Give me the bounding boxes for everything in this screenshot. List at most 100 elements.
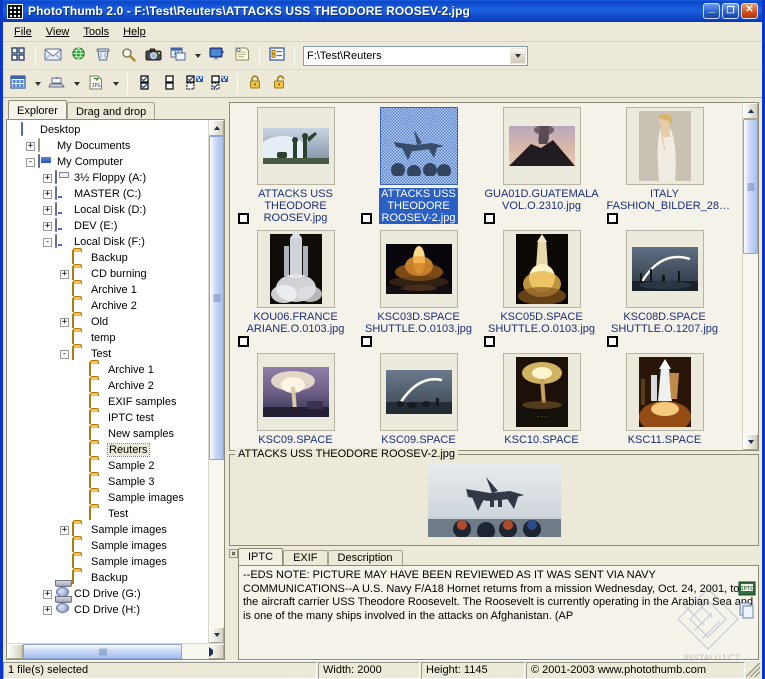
batch-date-dropdown[interactable] bbox=[191, 44, 204, 67]
tree-item[interactable]: Sample 2 bbox=[9, 458, 208, 474]
view-mode-button[interactable] bbox=[6, 72, 30, 95]
folder-tree[interactable]: Desktop + My Documents - My Computer +3½ Flop… bbox=[7, 120, 208, 643]
tree-item[interactable]: Desktop bbox=[9, 122, 208, 138]
thumbnail-cell[interactable]: ITALY FASHION_BILDER_28… bbox=[603, 105, 730, 228]
tree-item[interactable]: +3½ Floppy (A:) bbox=[9, 170, 208, 186]
thumbnail-checkbox[interactable] bbox=[484, 336, 495, 347]
tree-scroll-up-button[interactable] bbox=[209, 120, 224, 136]
tree-item[interactable]: + Sample images bbox=[9, 522, 208, 538]
tab-iptc[interactable]: IPTC bbox=[238, 548, 284, 565]
thumbnail-cell[interactable]: --- KSC10.SPACE bbox=[480, 351, 603, 450]
tree-expand-icon[interactable]: + bbox=[43, 205, 52, 215]
tree-item[interactable]: + DEV (E:) bbox=[9, 218, 208, 234]
tree-item[interactable]: Sample 3 bbox=[9, 474, 208, 490]
tree-vertical-scrollbar[interactable] bbox=[208, 120, 224, 643]
tree-item[interactable]: New samples bbox=[9, 426, 208, 442]
thumb-scroll-track[interactable] bbox=[743, 119, 758, 434]
thumb-scroll-up-button[interactable] bbox=[743, 103, 758, 119]
tree-horizontal-scrollbar[interactable] bbox=[7, 643, 224, 659]
tree-expand-icon[interactable]: + bbox=[43, 173, 52, 183]
tree-item[interactable]: + Old bbox=[9, 314, 208, 330]
thumbnail-image[interactable] bbox=[625, 107, 704, 185]
preview-image[interactable] bbox=[427, 463, 561, 537]
globe-button[interactable] bbox=[66, 44, 90, 67]
thumbnail-cell[interactable]: KSC08D.SPACE SHUTTLE.O.1207.jpg bbox=[603, 228, 726, 351]
copy-icon[interactable] bbox=[738, 602, 756, 619]
thumbnail-checkbox[interactable] bbox=[238, 213, 249, 224]
tree-expand-icon[interactable]: + bbox=[43, 605, 52, 615]
tree-hscroll-track[interactable] bbox=[23, 644, 208, 659]
thumb-scroll-down-button[interactable] bbox=[743, 434, 758, 450]
tree-item[interactable]: + CD Drive (H:) bbox=[9, 602, 208, 618]
tree-item[interactable]: Backup bbox=[9, 250, 208, 266]
tree-scroll-down-button[interactable] bbox=[209, 627, 224, 643]
tree-collapse-icon[interactable]: - bbox=[60, 349, 69, 359]
tree-item[interactable]: Archive 1 bbox=[9, 282, 208, 298]
tree-item[interactable]: + CD burning bbox=[9, 266, 208, 282]
thumbnail-image[interactable] bbox=[256, 230, 335, 308]
thumbnail-checkbox[interactable] bbox=[361, 336, 372, 347]
lock-button[interactable] bbox=[243, 72, 267, 95]
tree-item[interactable]: Backup bbox=[9, 570, 208, 586]
slideshow-button[interactable] bbox=[205, 44, 229, 67]
tree-expand-icon[interactable]: + bbox=[43, 221, 52, 231]
thumbnail-cell[interactable]: KSC03D.SPACE SHUTTLE.O.0103.jpg bbox=[357, 228, 480, 351]
tree-item[interactable]: Archive 2 bbox=[9, 298, 208, 314]
close-button[interactable]: ✕ bbox=[741, 3, 758, 19]
tree-item[interactable]: Reuters bbox=[9, 442, 208, 458]
mail-button[interactable] bbox=[41, 44, 65, 67]
address-dropdown-button[interactable] bbox=[510, 47, 526, 64]
tree-item[interactable]: Test bbox=[9, 506, 208, 522]
scan-import-button[interactable] bbox=[45, 72, 69, 95]
invert-selection-button[interactable] bbox=[183, 72, 207, 95]
tree-item[interactable]: + Local Disk (D:) bbox=[9, 202, 208, 218]
thumbnail-cell[interactable]: ATTACKS USS THEODORE ROOSEV.jpg bbox=[234, 105, 357, 228]
thumbnail-cell[interactable]: KSC09.SPACE bbox=[357, 351, 480, 450]
tab-description[interactable]: Description bbox=[327, 550, 403, 565]
thumbnail-cell[interactable]: KOU06.FRANCE ARIANE.O.0103.jpg bbox=[234, 228, 357, 351]
trash-button[interactable] bbox=[91, 44, 115, 67]
tree-expand-icon[interactable]: + bbox=[43, 589, 52, 599]
select-none-button[interactable] bbox=[158, 72, 182, 95]
thumbnail-checkbox[interactable] bbox=[607, 336, 618, 347]
batch-date-button[interactable]: 12 bbox=[166, 44, 190, 67]
camera-button[interactable] bbox=[141, 44, 165, 67]
tree-expand-icon[interactable]: + bbox=[60, 317, 69, 327]
tree-item[interactable]: - My Computer bbox=[9, 154, 208, 170]
tree-scroll-left-button[interactable] bbox=[7, 644, 127, 659]
thumbnail-image[interactable] bbox=[379, 230, 458, 308]
address-combo[interactable]: F:\Test\Reuters bbox=[303, 45, 528, 66]
tree-item[interactable]: + My Documents bbox=[9, 138, 208, 154]
select-all-button[interactable] bbox=[133, 72, 157, 95]
metadata-close-button[interactable]: × bbox=[229, 549, 238, 558]
metadata-text-area[interactable]: --EDS NOTE: PICTURE MAY HAVE BEEN REVIEW… bbox=[238, 565, 759, 660]
resize-grip-icon[interactable] bbox=[746, 663, 760, 677]
tree-item[interactable]: - Test bbox=[9, 346, 208, 362]
tab-drag-and-drop[interactable]: Drag and drop bbox=[66, 102, 156, 119]
thumbnail-grid[interactable]: ATTACKS USS THEODORE ROOSEV.jpg ATTACKS U… bbox=[230, 103, 742, 450]
thumbnail-image[interactable] bbox=[256, 353, 335, 431]
thumbnail-checkbox[interactable] bbox=[484, 213, 495, 224]
tree-item[interactable]: Archive 1 bbox=[9, 362, 208, 378]
unlock-button[interactable] bbox=[268, 72, 292, 95]
tree-expand-icon[interactable]: + bbox=[43, 189, 52, 199]
tree-collapse-icon[interactable]: - bbox=[43, 237, 52, 247]
tree-item[interactable]: Sample images bbox=[9, 554, 208, 570]
view-mode-dropdown[interactable] bbox=[31, 72, 44, 95]
scan-import-dropdown[interactable] bbox=[70, 72, 83, 95]
thumbnail-cell[interactable]: KSC05D.SPACE SHUTTLE.O.0103.jpg bbox=[480, 228, 603, 351]
tree-hscroll-thumb[interactable] bbox=[23, 644, 183, 659]
tree-item[interactable]: + MASTER (C:) bbox=[9, 186, 208, 202]
menu-tools[interactable]: Tools bbox=[76, 24, 116, 40]
tree-item[interactable]: EXIF samples bbox=[9, 394, 208, 410]
convert-jpg-button[interactable]: JPG bbox=[84, 72, 108, 95]
thumbnail-image[interactable] bbox=[379, 107, 458, 185]
thumbnail-image[interactable]: --- bbox=[502, 353, 581, 431]
menu-file[interactable]: File bbox=[7, 24, 39, 40]
thumbnail-image[interactable] bbox=[625, 230, 704, 308]
thumbnail-image[interactable] bbox=[502, 230, 581, 308]
tree-expand-icon[interactable]: + bbox=[60, 525, 69, 535]
tree-scroll-right-button[interactable] bbox=[208, 644, 224, 659]
thumbnail-image[interactable] bbox=[256, 107, 335, 185]
iptc-export-icon[interactable]: IPTC bbox=[738, 580, 756, 597]
